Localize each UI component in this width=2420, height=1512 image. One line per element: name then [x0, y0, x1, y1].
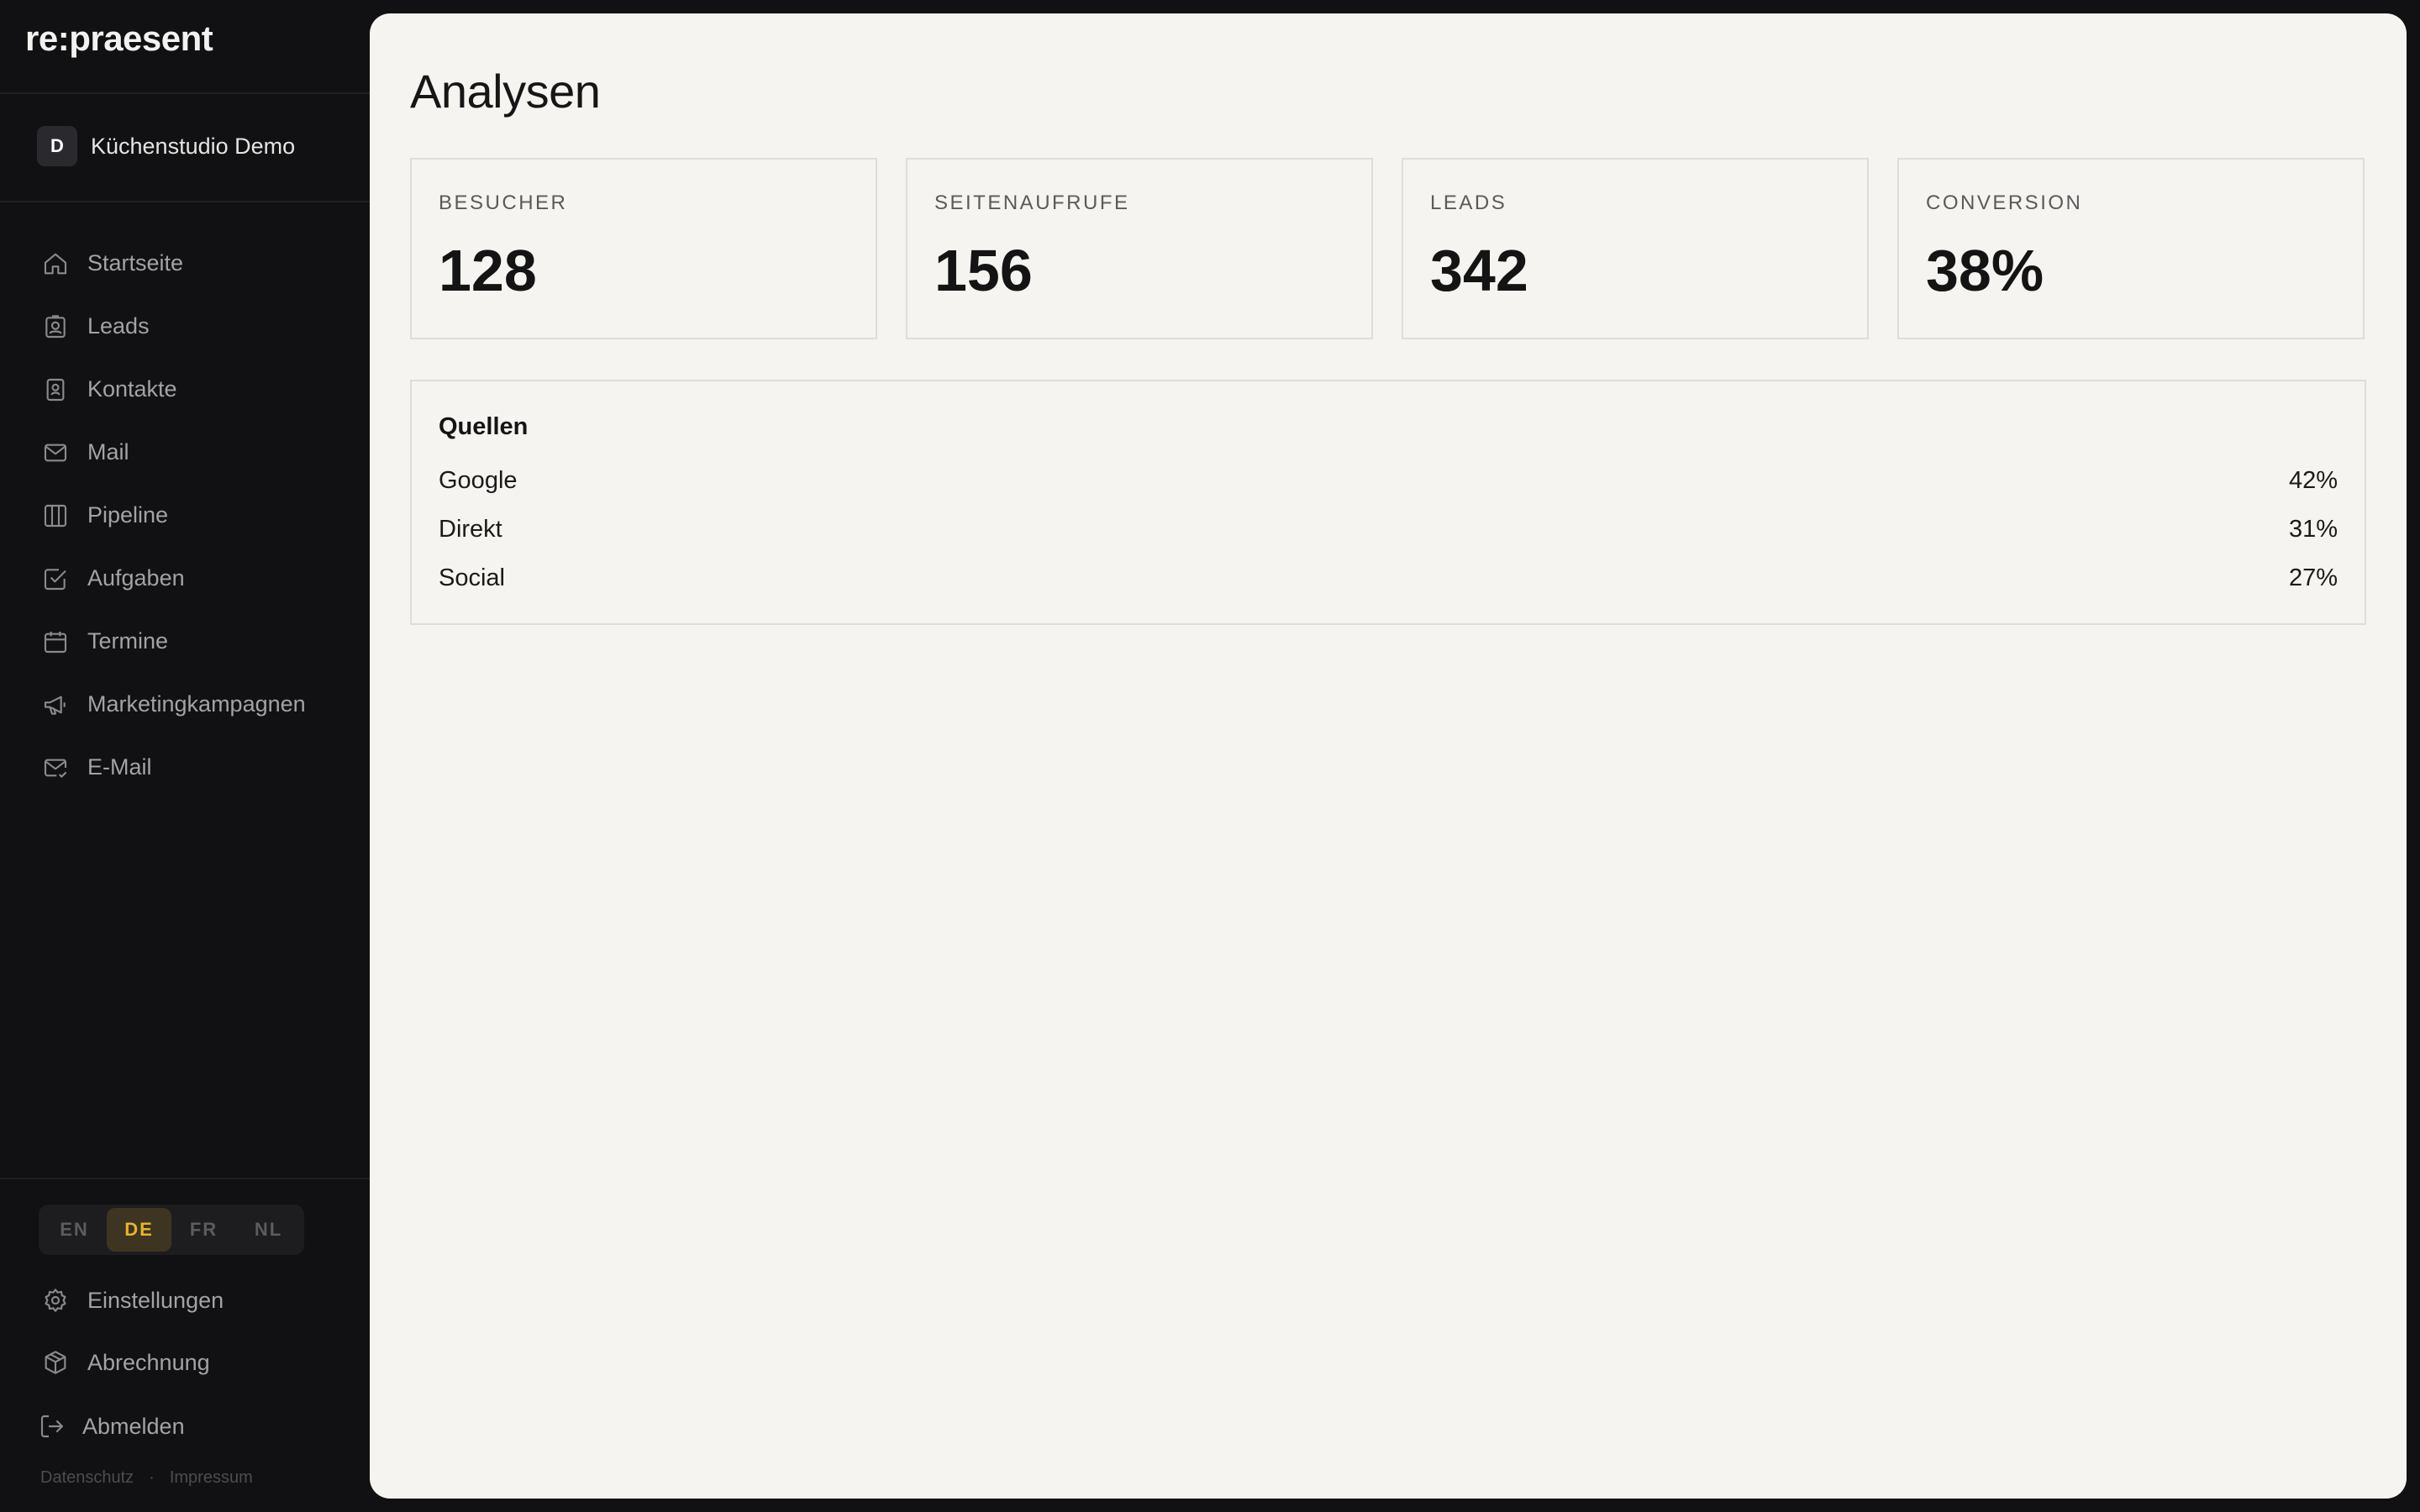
imprint-link[interactable]: Impressum	[170, 1468, 253, 1488]
stat-value: 128	[439, 238, 537, 303]
columns-icon	[40, 501, 71, 531]
sources-title: Quellen	[439, 413, 529, 440]
contacts-icon	[40, 375, 71, 405]
source-name: Google	[439, 467, 518, 494]
divider	[0, 92, 370, 94]
logout-icon	[37, 1411, 67, 1441]
sidebar-item-e-mail[interactable]: E-Mail	[40, 736, 306, 799]
main-content: Analysen BESUCHER 128 SEITENAUFRUFE 156 …	[370, 13, 2407, 1499]
footer-links: Datenschutz · Impressum	[40, 1468, 253, 1488]
privacy-link[interactable]: Datenschutz	[40, 1468, 134, 1488]
language-option-fr[interactable]: FR	[171, 1208, 236, 1252]
list-item: Google 42%	[439, 467, 2338, 495]
list-item: Social 27%	[439, 564, 2338, 592]
language-option-en[interactable]: EN	[42, 1208, 107, 1252]
settings-link[interactable]: Einstellungen	[40, 1285, 224, 1315]
sidebar-item-mail[interactable]: Mail	[40, 421, 306, 484]
sidebar-item-label: Mail	[87, 439, 129, 465]
sidebar-item-label: Marketingkampagnen	[87, 691, 306, 717]
stat-value: 342	[1430, 238, 1528, 303]
divider	[0, 1178, 370, 1179]
sidebar-item-startseite[interactable]: Startseite	[40, 232, 306, 295]
sidebar-item-label: Leads	[87, 313, 150, 339]
stat-label: BESUCHER	[439, 192, 568, 214]
home-icon	[40, 249, 71, 279]
language-option-nl[interactable]: NL	[236, 1208, 301, 1252]
footer-separator: ·	[149, 1468, 155, 1487]
lead-badge-icon	[40, 312, 71, 342]
megaphone-icon	[40, 690, 71, 720]
sidebar-item-termine[interactable]: Termine	[40, 610, 306, 673]
stat-label: CONVERSION	[1926, 192, 2083, 214]
page-title: Analysen	[410, 65, 601, 118]
sidebar-item-leads[interactable]: Leads	[40, 295, 306, 358]
settings-label: Einstellungen	[87, 1287, 224, 1313]
logout-button[interactable]: Abmelden	[37, 1411, 185, 1441]
sidebar-item-label: Startseite	[87, 250, 184, 276]
sources-panel: Quellen Google 42% Direkt 31% Social 27%	[410, 380, 2366, 625]
logout-label: Abmelden	[82, 1413, 185, 1439]
stat-card-seitenaufrufe: SEITENAUFRUFE 156	[906, 158, 1373, 339]
workspace-avatar: D	[37, 126, 77, 166]
mail-icon	[40, 438, 71, 468]
sidebar-item-label: Kontakte	[87, 376, 177, 402]
workspace-name: Küchenstudio Demo	[91, 133, 296, 159]
sidebar-item-pipeline[interactable]: Pipeline	[40, 484, 306, 547]
stat-label: SEITENAUFRUFE	[934, 192, 1130, 214]
sidebar-item-label: Termine	[87, 628, 169, 654]
source-name: Direkt	[439, 516, 502, 543]
stat-label: LEADS	[1430, 192, 1507, 214]
language-option-de[interactable]: DE	[107, 1208, 171, 1252]
gear-icon	[40, 1285, 71, 1315]
sidebar-item-label: Aufgaben	[87, 565, 185, 591]
stat-value: 38%	[1926, 238, 2044, 303]
sidebar: re:praesent D Küchenstudio Demo Startsei…	[0, 0, 370, 1512]
sidebar-item-label: E-Mail	[87, 754, 152, 780]
source-share: 42%	[2288, 467, 2338, 494]
source-name: Social	[439, 564, 505, 591]
checkbox-icon	[40, 564, 71, 594]
sidebar-item-label: Pipeline	[87, 502, 169, 528]
main-nav: Startseite Leads Kontakte Mail Pipeline	[40, 232, 306, 799]
billing-link[interactable]: Abrechnung	[40, 1347, 210, 1378]
billing-label: Abrechnung	[87, 1349, 210, 1375]
divider	[0, 201, 370, 202]
stat-card-leads: LEADS 342	[1402, 158, 1869, 339]
list-item: Direkt 31%	[439, 516, 2338, 543]
stat-card-conversion: CONVERSION 38%	[1897, 158, 2365, 339]
workspace-switcher[interactable]: D Küchenstudio Demo	[37, 126, 295, 166]
calendar-icon	[40, 627, 71, 657]
sidebar-item-kontakte[interactable]: Kontakte	[40, 358, 306, 421]
stat-value: 156	[934, 238, 1033, 303]
stat-card-besucher: BESUCHER 128	[410, 158, 877, 339]
sidebar-item-aufgaben[interactable]: Aufgaben	[40, 547, 306, 610]
language-switcher: EN DE FR NL	[39, 1205, 304, 1255]
sidebar-item-marketingkampagnen[interactable]: Marketingkampagnen	[40, 673, 306, 736]
package-icon	[40, 1347, 71, 1378]
mail-check-icon	[40, 753, 71, 783]
source-share: 27%	[2288, 564, 2338, 591]
brand-logo[interactable]: re:praesent	[25, 18, 213, 59]
source-share: 31%	[2288, 516, 2338, 543]
